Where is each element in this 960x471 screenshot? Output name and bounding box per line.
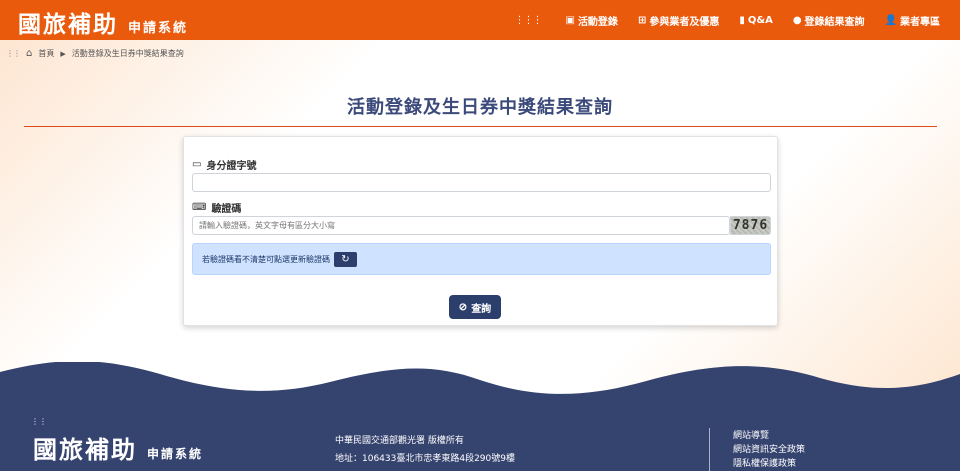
grid-icon: ⋮⋮ — [6, 49, 21, 58]
query-button-label: 查詢 — [471, 303, 492, 315]
id-field-label: ▭ 身分證字號 — [192, 157, 256, 172]
footer-logo-main: 國旅補助 — [33, 435, 137, 464]
footer-owner: 中華民國交通部觀光署 版權所有 — [335, 436, 464, 446]
activity-icon: ▣ — [565, 14, 575, 26]
nav-qa-label: Q&A — [747, 14, 773, 26]
nav-result-query[interactable]: ● 登錄結果查詢 — [793, 13, 865, 28]
menu-grid-icon[interactable]: ⋮⋮⋮ — [514, 15, 542, 26]
query-submit-button[interactable]: ⊘ 查詢 — [449, 295, 501, 319]
nav-vendor-label: 業者專區 — [900, 16, 940, 28]
captcha-image[interactable]: 7876 — [730, 216, 771, 235]
footer-logo[interactable]: 國旅補助 申請系統 — [33, 430, 203, 465]
nav-qa[interactable]: ▮ Q&A — [739, 15, 772, 26]
id-card-icon: ▭ — [192, 159, 202, 170]
check-circle-icon: ⊘ — [458, 301, 468, 313]
footer: ⋮⋮ 國旅補助 申請系統 中華民國交通部觀光署 版權所有 地址：106433臺北… — [0, 362, 960, 471]
footer-logo-sub: 申請系統 — [147, 447, 204, 461]
id-number-input[interactable] — [192, 173, 771, 192]
nav-activity-label: 活動登錄 — [577, 16, 618, 28]
captcha-icon: ⌨ — [192, 202, 207, 213]
search-icon: ● — [792, 14, 802, 26]
footer-links: 網站導覽 網站資訊安全政策 隱私權保護政策 — [733, 429, 805, 471]
footer-address: 地址：106433臺北市忠孝東路4段290號9樓 — [335, 454, 515, 464]
captcha-label-text: 驗證碼 — [211, 204, 242, 215]
id-label-text: 身分證字號 — [206, 161, 257, 172]
nav-result-query-label: 登錄結果查詢 — [804, 16, 865, 28]
page-title: 活動登錄及生日券中獎結果查詢 — [347, 97, 613, 118]
chevron-right-icon: ▶ — [60, 49, 66, 58]
footer-link-security[interactable]: 網站資訊安全政策 — [733, 443, 805, 457]
breadcrumb-home[interactable]: 首頁 — [38, 48, 54, 59]
footer-divider — [709, 428, 710, 471]
qa-icon: ▮ — [739, 14, 745, 26]
store-icon: ⊞ — [637, 14, 647, 26]
footer-link-sitemap[interactable]: 網站導覽 — [733, 429, 805, 443]
site-logo[interactable]: 國旅補助 申請系統 — [18, 5, 188, 39]
user-icon: 👤 — [884, 14, 897, 26]
logo-sub-text: 申請系統 — [128, 21, 189, 36]
query-form-card: ▭ 身分證字號 ⌨ 驗證碼 7876 若驗證碼看不清楚可點選更新驗證碼 ↻ ⊘ … — [183, 136, 778, 326]
refresh-icon: ↻ — [341, 253, 350, 265]
nav-activity[interactable]: ▣ 活動登錄 — [565, 13, 617, 28]
refresh-captcha-button[interactable]: ↻ — [334, 251, 357, 267]
footer-info: 中華民國交通部觀光署 版權所有 地址：106433臺北市忠孝東路4段290號9樓 — [335, 432, 515, 468]
nav-stores[interactable]: ⊞ 參與業者及優惠 — [638, 13, 719, 28]
title-divider — [24, 126, 937, 127]
home-icon[interactable]: ⌂ — [26, 48, 32, 59]
logo-main-text: 國旅補助 — [18, 11, 118, 38]
captcha-field-label: ⌨ 驗證碼 — [192, 200, 241, 215]
captcha-refresh-alert: 若驗證碼看不清楚可點選更新驗證碼 ↻ — [192, 243, 771, 275]
captcha-input[interactable] — [192, 216, 730, 235]
nav-stores-label: 參與業者及優惠 — [649, 16, 720, 28]
breadcrumb: ⋮⋮ ⌂ 首頁 ▶ 活動登錄及生日券中獎結果查詢 — [6, 48, 190, 59]
nav-vendor[interactable]: 👤 業者專區 — [885, 13, 940, 28]
footer-grid-icon: ⋮⋮ — [31, 417, 47, 426]
alert-text: 若驗證碼看不清楚可點選更新驗證碼 — [202, 254, 330, 264]
footer-link-privacy[interactable]: 隱私權保護政策 — [733, 457, 805, 471]
top-navbar: 國旅補助 申請系統 ⋮⋮⋮ ▣ 活動登錄 ⊞ 參與業者及優惠 ▮ Q&A ● 登… — [0, 0, 960, 40]
main-nav: ⋮⋮⋮ ▣ 活動登錄 ⊞ 參與業者及優惠 ▮ Q&A ● 登錄結果查詢 👤 業者… — [514, 0, 960, 40]
breadcrumb-current: 活動登錄及生日券中獎結果查詢 — [71, 49, 184, 58]
